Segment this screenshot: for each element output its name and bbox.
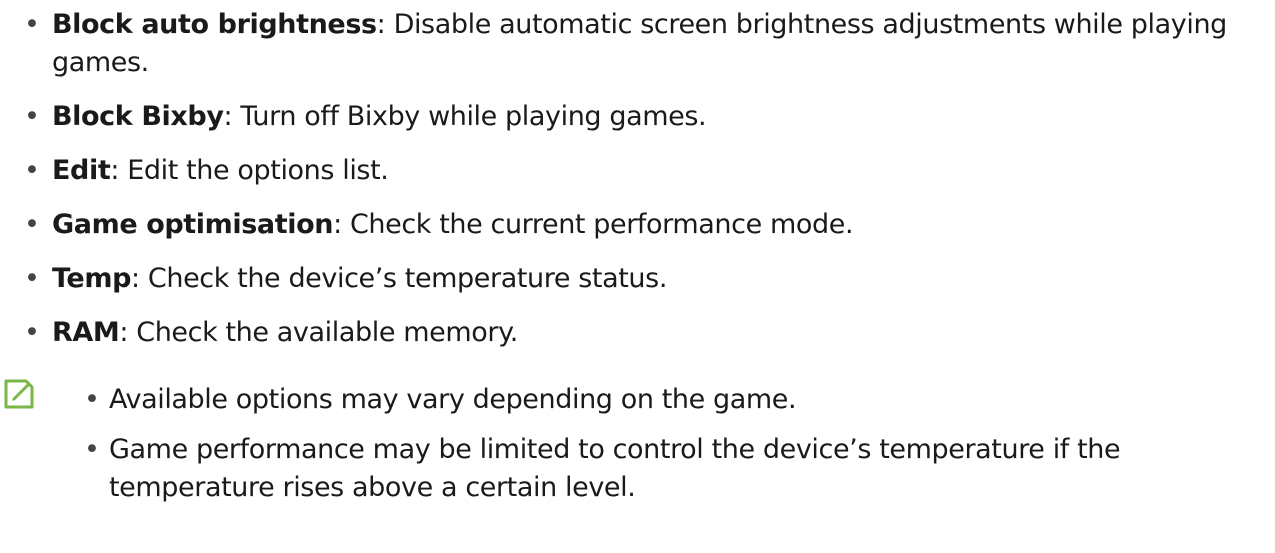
item-description: Check the available memory.: [136, 317, 518, 348]
list-item: • Block Bixby: Turn off Bixby while play…: [0, 98, 1232, 136]
bullet-marker: •: [24, 9, 40, 40]
item-separator: :: [110, 155, 128, 186]
note-text: Game performance may be limited to contr…: [109, 434, 1121, 503]
item-term: RAM: [52, 317, 120, 348]
list-item: • Available options may vary depending o…: [0, 381, 1229, 419]
list-item: • Game optimisation: Check the current p…: [0, 206, 1232, 244]
item-term: Game optimisation: [52, 209, 334, 240]
list-item: • Game performance may be limited to con…: [0, 431, 1229, 507]
bullet-marker: •: [24, 263, 40, 294]
item-description: Edit the options list.: [127, 155, 389, 186]
item-description: Check the current performance mode.: [349, 209, 854, 240]
list-item: • Block auto brightness: Disable automat…: [0, 6, 1232, 82]
item-separator: :: [333, 209, 350, 240]
item-term: Edit: [52, 155, 111, 186]
item-separator: :: [119, 317, 137, 348]
bullet-marker: •: [24, 101, 40, 132]
document-page: • Block auto brightness: Disable automat…: [0, 0, 1275, 553]
item-term: Block auto brightness: [52, 9, 377, 40]
item-description: Turn off Bixby while playing games.: [240, 101, 707, 132]
list-item: • Edit: Edit the options list.: [0, 152, 1232, 190]
item-term: Temp: [52, 263, 132, 294]
list-item: • RAM: Check the available memory.: [0, 314, 1232, 352]
note-text: Available options may vary depending on …: [109, 384, 797, 415]
bullet-marker: •: [24, 155, 40, 186]
bullet-marker: •: [24, 209, 40, 240]
item-separator: :: [223, 101, 241, 132]
feature-bullet-list: • Block auto brightness: Disable automat…: [0, 6, 1232, 368]
bullet-marker: •: [84, 434, 100, 465]
list-item: • Temp: Check the device’s temperature s…: [0, 260, 1232, 298]
item-separator: :: [131, 263, 148, 294]
bullet-marker: •: [84, 384, 100, 415]
note-list: • Available options may vary depending o…: [0, 381, 1229, 519]
bullet-marker: •: [24, 317, 40, 348]
item-description: Check the device’s temperature status.: [147, 263, 667, 294]
item-separator: :: [376, 9, 394, 40]
item-term: Block Bixby: [52, 101, 224, 132]
